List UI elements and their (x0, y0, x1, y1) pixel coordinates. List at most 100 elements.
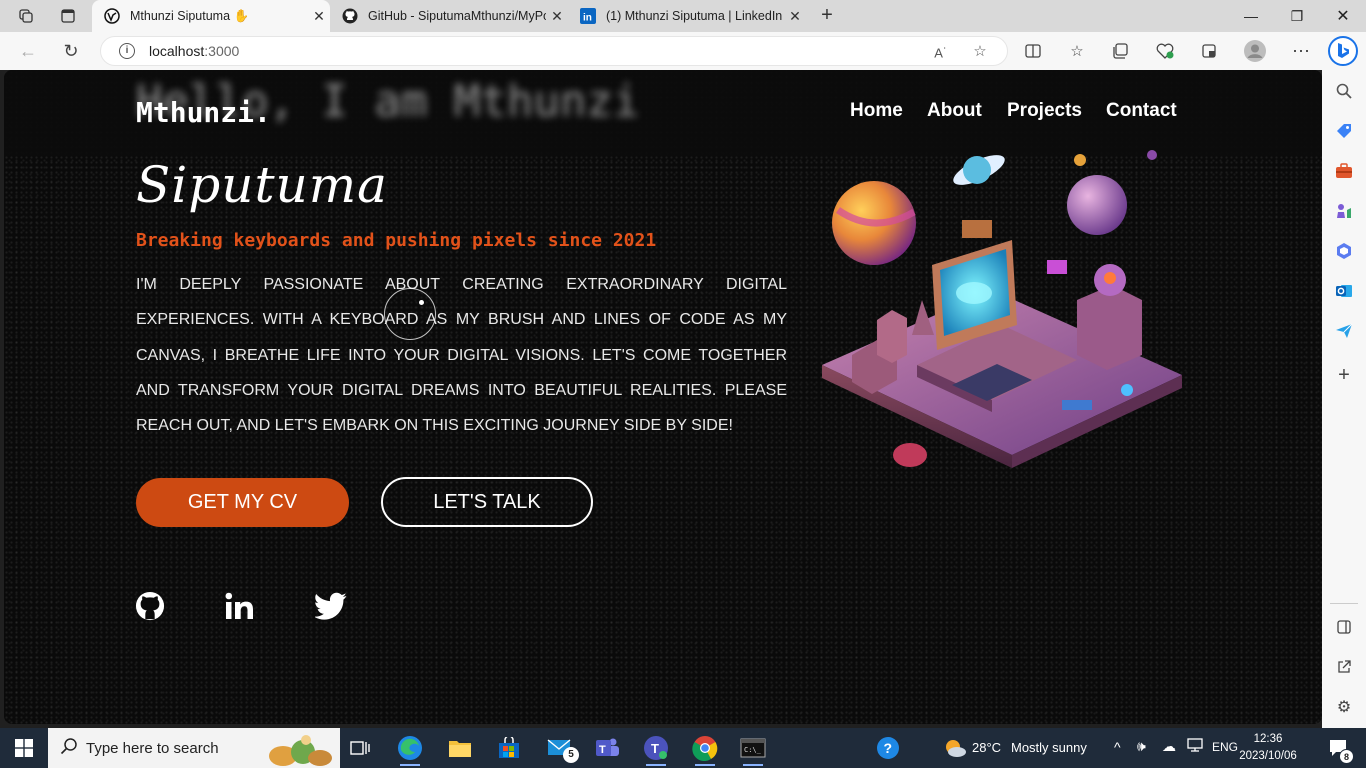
weather-condition[interactable]: Mostly sunny (1011, 740, 1087, 755)
add-sidebar-app-icon[interactable]: + (1333, 364, 1355, 386)
search-placeholder: Type here to search (86, 739, 219, 757)
hero-tagline: Breaking keyboards and pushing pixels si… (136, 230, 657, 251)
network-icon[interactable] (1187, 738, 1203, 755)
read-aloud-icon[interactable]: Aᐧ (929, 42, 951, 62)
close-window-button[interactable]: ✕ (1320, 0, 1366, 32)
tab-title: (1) Mthunzi Siputuma | LinkedIn (606, 9, 783, 23)
taskbar-search-box[interactable]: Type here to search (48, 728, 340, 768)
browser-essentials-icon[interactable] (1152, 39, 1178, 63)
settings-menu-icon[interactable]: ⋯ (1288, 39, 1314, 63)
help-icon[interactable]: ? (868, 732, 908, 764)
twitter-icon[interactable] (315, 590, 347, 622)
clock-time: 12:36 (1253, 733, 1283, 745)
onedrive-cloud-icon[interactable]: ☁ (1162, 738, 1176, 755)
teams-icon[interactable]: T (587, 732, 627, 764)
hero-illustration-computer-planets (822, 150, 1182, 468)
hide-sidebar-icon[interactable] (1333, 616, 1355, 638)
collections-icon[interactable] (1108, 39, 1134, 63)
new-tab-button[interactable]: + (815, 4, 839, 28)
edge-taskbar-icon[interactable] (390, 732, 430, 766)
open-external-icon[interactable] (1333, 656, 1355, 678)
site-logo-icon (104, 8, 120, 24)
workspaces-icon[interactable] (12, 4, 40, 28)
tab-linkedin[interactable]: in (1) Mthunzi Siputuma | LinkedIn ✕ (568, 0, 806, 32)
notification-center-icon[interactable]: 8 (1320, 732, 1356, 764)
close-tab-icon[interactable]: ✕ (784, 8, 806, 25)
linkedin-icon[interactable] (224, 590, 256, 622)
site-info-icon[interactable]: i (119, 43, 135, 59)
chrome-icon[interactable] (685, 732, 725, 766)
search-icon[interactable] (1333, 80, 1355, 102)
outlook-icon[interactable] (1333, 280, 1355, 302)
site-header: Hello, I am Mthunzi Mthunzi. Home About … (4, 70, 1322, 156)
microsoft-store-icon[interactable] (489, 732, 529, 764)
favorites-icon[interactable]: ☆ (1064, 39, 1090, 63)
nav-home[interactable]: Home (850, 100, 903, 122)
about-paragraph: I'm deeply passionate about creating ext… (136, 276, 787, 435)
search-icon (60, 737, 78, 760)
favorite-star-icon[interactable]: ☆ (969, 42, 991, 62)
github-icon[interactable] (134, 590, 166, 622)
nav-projects[interactable]: Projects (1007, 100, 1082, 122)
bing-copilot-icon[interactable] (1328, 36, 1358, 66)
get-cv-button[interactable]: GET MY CV (136, 478, 349, 527)
site-logo[interactable]: Mthunzi. (136, 96, 271, 129)
restore-button[interactable]: ❐ (1274, 0, 1320, 32)
shopping-tag-icon[interactable] (1333, 120, 1355, 142)
volume-icon[interactable]: 🕪 (1137, 738, 1146, 755)
custom-cursor-dot (419, 300, 424, 305)
weather-temperature[interactable]: 28°C (972, 740, 1001, 755)
svg-text:T: T (651, 741, 659, 756)
tab-actions-icon[interactable] (54, 4, 82, 28)
windows-taskbar: Type here to search 5 T T C:\_ ? 28°C Mo… (0, 728, 1366, 768)
split-screen-icon[interactable] (1020, 39, 1046, 63)
file-explorer-icon[interactable] (440, 732, 480, 764)
terminal-icon[interactable]: C:\_ (733, 732, 773, 766)
mail-icon[interactable]: 5 (540, 732, 580, 764)
tab-title: GitHub - SiputumaMthunzi/MyPo (368, 9, 546, 23)
refresh-icon[interactable]: ↻ (58, 39, 84, 63)
microsoft-365-icon[interactable] (1333, 240, 1355, 262)
svg-text:C:\_: C:\_ (744, 746, 762, 754)
weather-sunny-icon[interactable] (935, 732, 975, 764)
tab-title: Mthunzi Siputuma ✋ (130, 8, 250, 23)
profile-avatar[interactable] (1242, 39, 1268, 63)
browser-tab-strip: Mthunzi Siputuma ✋ ✕ GitHub - SiputumaMt… (0, 0, 1366, 32)
drop-send-icon[interactable] (1333, 320, 1355, 342)
linkedin-icon: in (580, 8, 596, 24)
svg-text:T: T (599, 744, 606, 756)
taskbar-clock[interactable]: 12:36 2023/10/06 (1228, 731, 1308, 765)
sidebar-divider (1330, 603, 1358, 604)
page-viewport: Hello, I am Mthunzi Mthunzi. Home About … (4, 70, 1322, 724)
teams-work-icon[interactable]: T (636, 732, 676, 766)
edge-sidebar: + ⚙ (1322, 70, 1366, 728)
games-chess-icon[interactable] (1333, 200, 1355, 222)
clock-date: 2023/10/06 (1239, 750, 1297, 762)
back-arrow-icon[interactable]: ← (15, 39, 41, 63)
task-view-icon[interactable] (340, 732, 380, 764)
browser-toolbar: ← ↻ i localhost:3000 Aᐧ ☆ ☆ ⋯ (0, 32, 1366, 70)
address-bar[interactable]: i localhost:3000 Aᐧ ☆ (100, 36, 1008, 66)
nav-contact[interactable]: Contact (1106, 100, 1177, 122)
url-text: localhost:3000 (149, 43, 240, 59)
svg-text:?: ? (884, 740, 893, 756)
minimize-button[interactable]: — (1228, 0, 1274, 32)
github-icon (342, 8, 358, 24)
svg-text:in: in (583, 13, 592, 24)
lets-talk-button[interactable]: LET'S TALK (381, 477, 593, 527)
chevron-up-icon[interactable]: ^ (1114, 739, 1121, 755)
close-tab-icon[interactable]: ✕ (308, 8, 330, 25)
search-highlight-illustration (269, 735, 332, 766)
sidebar-settings-gear-icon[interactable]: ⚙ (1333, 696, 1355, 718)
close-tab-icon[interactable]: ✕ (546, 8, 568, 25)
tab-portfolio[interactable]: Mthunzi Siputuma ✋ ✕ (92, 0, 330, 32)
notification-count-badge: 8 (1339, 749, 1354, 764)
tools-briefcase-icon[interactable] (1333, 160, 1355, 182)
extensions-icon[interactable] (1196, 39, 1222, 63)
windows-start-icon[interactable] (0, 728, 48, 768)
custom-cursor-ring (384, 288, 436, 340)
tab-github[interactable]: GitHub - SiputumaMthunzi/MyPo ✕ (330, 0, 568, 32)
nav-about[interactable]: About (927, 100, 982, 122)
hero-name: Siputuma (136, 156, 388, 214)
mail-unread-badge: 5 (563, 747, 579, 763)
